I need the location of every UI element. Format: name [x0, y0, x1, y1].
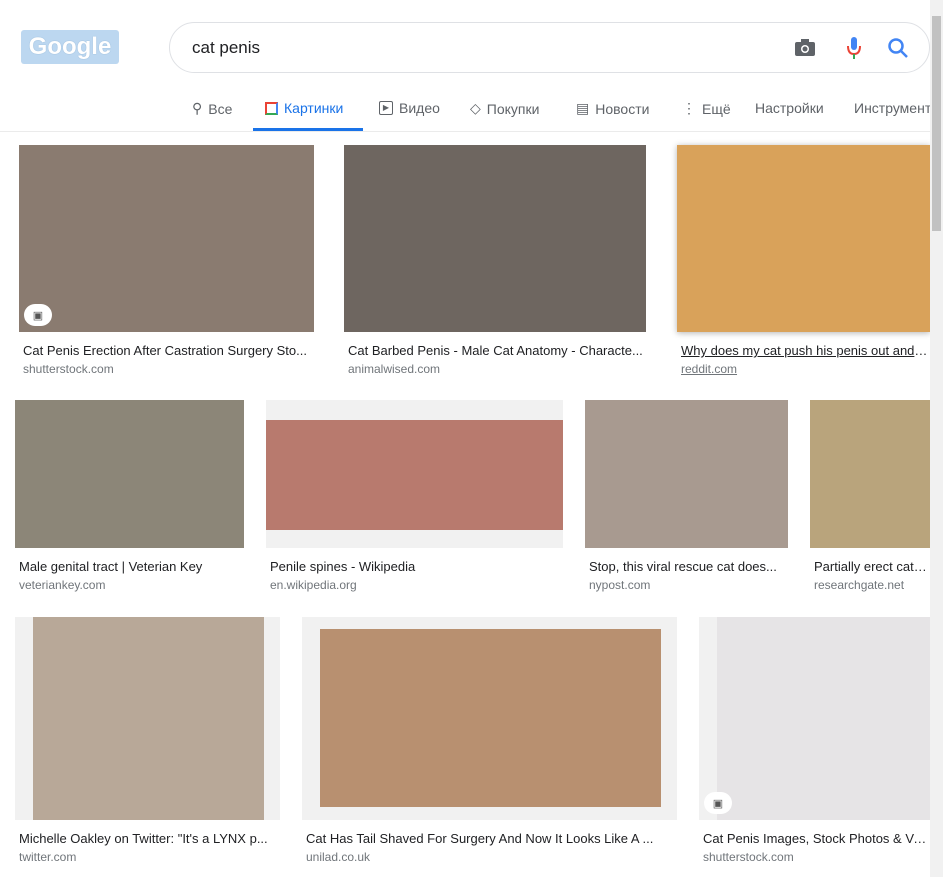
tab-tools[interactable]: Инструменты	[854, 100, 930, 116]
search-box[interactable]: cat penis	[169, 22, 930, 73]
result-title[interactable]: Cat Has Tail Shaved For Surgery And Now …	[306, 831, 677, 846]
result-source[interactable]: reddit.com	[681, 362, 737, 376]
tag-icon: ◇	[470, 100, 481, 116]
camera-icon[interactable]	[792, 35, 818, 61]
result-thumbnail[interactable]	[585, 400, 788, 548]
image-result[interactable]: Penile spines - Wikipedia en.wikipedia.or…	[266, 400, 563, 598]
result-thumbnail[interactable]	[19, 145, 314, 332]
more-icon: ⋮	[682, 100, 696, 116]
image-result[interactable]: Male genital tract | Veterian Key veteria…	[15, 400, 244, 598]
image-icon	[265, 101, 278, 115]
tab-all[interactable]: ⚲ Все	[192, 100, 232, 117]
result-thumbnail[interactable]	[810, 400, 930, 548]
image-result[interactable]: Cat Has Tail Shaved For Surgery And Now …	[302, 617, 677, 870]
tab-more[interactable]: ⋮ Ещё	[682, 100, 731, 117]
active-tab-indicator	[253, 128, 363, 131]
search-icon: ⚲	[192, 100, 203, 116]
image-result[interactable]: Cat Barbed Penis - Male Cat Anatomy - Ch…	[344, 145, 646, 382]
play-icon: ▶	[379, 101, 393, 115]
result-source[interactable]: researchgate.net	[814, 578, 904, 592]
tab-news[interactable]: ▤ Новости	[576, 100, 649, 117]
tab-video[interactable]: ▶ Видео	[379, 100, 440, 116]
microphone-icon[interactable]	[841, 35, 867, 61]
result-image	[717, 617, 930, 820]
image-result[interactable]: ▣ Cat Penis Images, Stock Photos & Vector…	[699, 617, 930, 870]
result-title[interactable]: Why does my cat push his penis out and l…	[681, 343, 930, 358]
result-title[interactable]: Cat Penis Images, Stock Photos & Vectors	[703, 831, 930, 846]
image-badge-icon: ▣	[24, 304, 52, 326]
result-image	[33, 617, 264, 820]
tab-shopping[interactable]: ◇ Покупки	[470, 100, 539, 117]
result-source[interactable]: shutterstock.com	[23, 362, 114, 376]
image-badge-icon: ▣	[704, 792, 732, 814]
result-source[interactable]: nypost.com	[589, 578, 650, 592]
tab-settings[interactable]: Настройки	[755, 100, 824, 116]
result-thumbnail[interactable]	[677, 145, 930, 332]
news-icon: ▤	[576, 100, 590, 116]
search-icon[interactable]	[885, 35, 911, 61]
result-image	[320, 629, 661, 807]
result-title[interactable]: Penile spines - Wikipedia	[270, 559, 563, 574]
result-source[interactable]: veteriankey.com	[19, 578, 105, 592]
result-thumbnail[interactable]	[266, 400, 563, 548]
result-title[interactable]: Male genital tract | Veterian Key	[19, 559, 244, 574]
result-image	[266, 420, 563, 530]
search-tabs: ⚲ Все Картинки ▶ Видео ◇ Покупки ▤ Новости ⋮…	[0, 90, 930, 132]
image-result[interactable]: ▣ Cat Penis Erection After Castration Sur…	[19, 145, 314, 382]
result-title[interactable]: Cat Penis Erection After Castration Surg…	[23, 343, 314, 358]
result-title[interactable]: Partially erect cat penis	[814, 559, 930, 574]
scrollbar-thumb[interactable]	[932, 16, 941, 231]
result-thumbnail[interactable]	[302, 617, 677, 820]
result-title[interactable]: Michelle Oakley on Twitter: "It's a LYNX…	[19, 831, 280, 846]
result-source[interactable]: en.wikipedia.org	[270, 578, 357, 592]
result-thumbnail[interactable]	[15, 617, 280, 820]
result-title[interactable]: Cat Barbed Penis - Male Cat Anatomy - Ch…	[348, 343, 646, 358]
tab-images[interactable]: Картинки	[265, 100, 343, 116]
result-title[interactable]: Stop, this viral rescue cat does...	[589, 559, 788, 574]
result-source[interactable]: twitter.com	[19, 850, 76, 864]
result-thumbnail[interactable]	[699, 617, 930, 820]
result-source[interactable]: shutterstock.com	[703, 850, 794, 864]
google-logo[interactable]: Google	[21, 30, 119, 64]
image-result[interactable]: Why does my cat push his penis out and l…	[677, 145, 930, 382]
search-input[interactable]: cat penis	[192, 38, 260, 58]
result-source[interactable]: animalwised.com	[348, 362, 440, 376]
result-thumbnail[interactable]	[344, 145, 646, 332]
image-result[interactable]: Stop, this viral rescue cat does... nypos…	[585, 400, 788, 598]
image-result[interactable]: Michelle Oakley on Twitter: "It's a LYNX…	[15, 617, 280, 870]
result-source[interactable]: unilad.co.uk	[306, 850, 370, 864]
result-thumbnail[interactable]	[15, 400, 244, 548]
image-result[interactable]: Partially erect cat penis researchgate.ne…	[810, 400, 930, 598]
